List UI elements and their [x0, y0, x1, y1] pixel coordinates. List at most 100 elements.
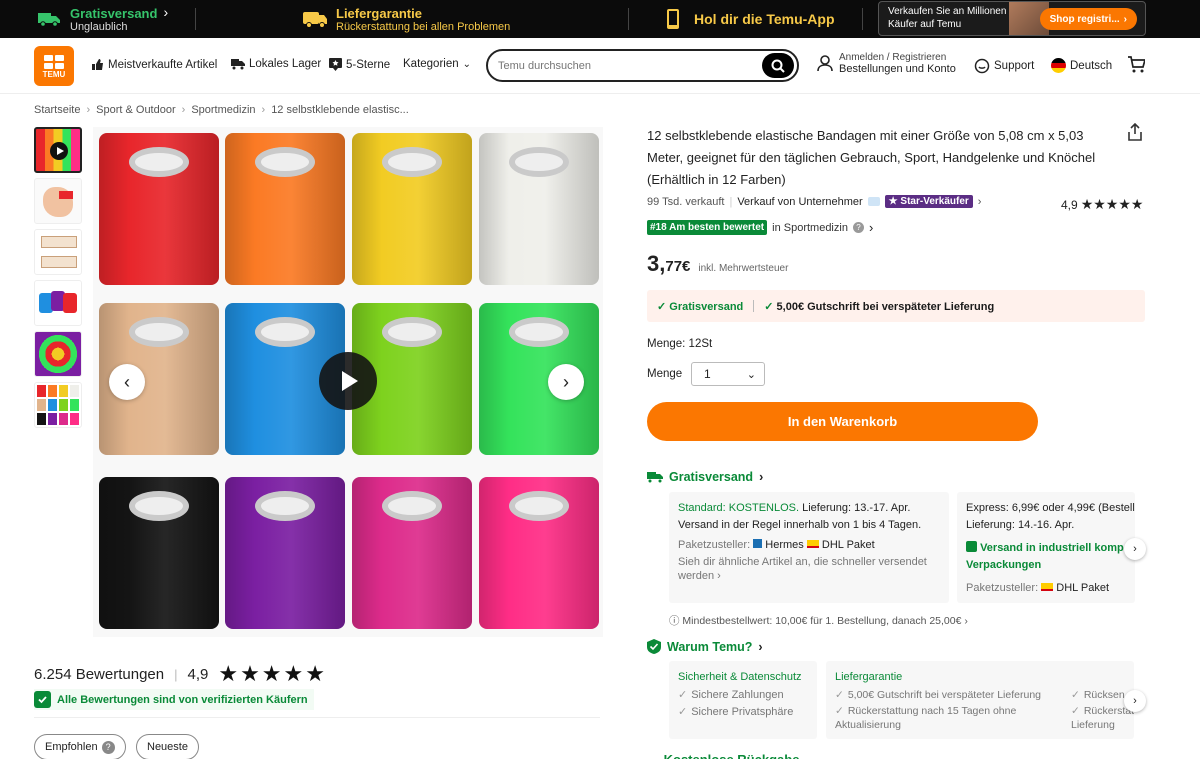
help-icon: ?: [852, 222, 864, 233]
help-icon: ?: [101, 740, 115, 754]
free-shipping-subtitle: Unglaublich: [70, 20, 128, 33]
carrier-dhl: DHL Paket: [821, 539, 875, 551]
verified-text: Alle Bewertungen sind von verifizierten …: [57, 693, 308, 706]
product-image[interactable]: ‹ ›: [93, 127, 603, 637]
free-shipping-banner[interactable]: Gratisversand Unglaublich ›: [36, 0, 168, 38]
account-menu[interactable]: Anmelden / Registrieren Bestellungen und…: [817, 52, 956, 75]
filter-recommended[interactable]: Empfohlen ?: [34, 734, 126, 759]
next-image-button[interactable]: ›: [548, 364, 584, 400]
star-seller-label: Star-Verkäufer: [900, 196, 969, 207]
reviews-rating: 4,9: [187, 665, 209, 683]
ship-tag-free: Gratisversand: [669, 300, 744, 313]
reviews-count[interactable]: 6.254 Bewertungen: [34, 666, 164, 683]
delivery-truck-icon: [302, 9, 328, 29]
tape-roll: [479, 477, 599, 629]
thumbnail-dimensions[interactable]: [34, 229, 82, 275]
express-delivery: Lieferung: 14.-16. Apr.: [966, 519, 1075, 531]
business-icon: [867, 197, 880, 206]
cart-link[interactable]: [1127, 56, 1145, 73]
price: 3,77€ inkl. Mehrwertsteuer: [647, 251, 788, 277]
nav-local-warehouse[interactable]: Lokales Lager: [231, 58, 321, 70]
why-temu-heading[interactable]: Warum Temu? ›: [647, 639, 763, 654]
product-meta: 99 Tsd. verkauft | Verkauf von Unternehm…: [647, 195, 982, 208]
return-item-2: Rückerstat Lieferung: [1071, 705, 1134, 731]
support-chat-icon: [974, 58, 990, 74]
chevron-right-icon: ›: [977, 195, 982, 208]
top-banner: Gratisversand Unglaublich › Liefergarant…: [0, 0, 1200, 38]
filter-recommended-label: Empfohlen: [45, 741, 98, 753]
roll-core: [129, 147, 189, 177]
standard-delivery-time: Versand in der Regel innerhalb von 1 bis…: [678, 519, 922, 531]
similar-items-text: Sieh dir ähnliche Artikel an, die schnel…: [678, 556, 927, 582]
seller-promo[interactable]: Verkaufen Sie an Millionen Käufer auf Te…: [878, 1, 1146, 36]
breadcrumb-sport[interactable]: Sport & Outdoor: [96, 104, 176, 116]
add-to-cart-button[interactable]: In den Warenkorb: [647, 402, 1038, 441]
search-button[interactable]: [762, 53, 794, 78]
guarantee-title: Liefergarantie: [336, 5, 422, 21]
nav-bestsellers-label: Meistverkaufte Artikel: [108, 58, 218, 71]
language-selector[interactable]: Deutsch: [1051, 58, 1112, 73]
german-flag-icon: [1051, 58, 1066, 73]
min-order-note[interactable]: ⓘ Mindestbestellwert: 10,00€ für 1. Best…: [669, 613, 968, 628]
support-link[interactable]: Support: [974, 58, 1034, 74]
menge-info: Menge: 12St: [647, 338, 713, 350]
nav-categories[interactable]: Kategorien ⌄: [403, 58, 471, 70]
thumbs-up-icon: [92, 59, 103, 70]
breadcrumb-home[interactable]: Startseite: [34, 104, 80, 116]
best-rated-badge[interactable]: #18 Am besten bewertet in Sportmedizin ?…: [647, 220, 873, 235]
thumbnail-rolls-stack[interactable]: [34, 280, 82, 326]
nav-five-stars[interactable]: 5-Sterne: [329, 58, 390, 71]
reviews-summary: 6.254 Bewertungen | 4,9 ★★★★★: [34, 661, 327, 686]
tape-roll: [352, 477, 472, 629]
standard-title: Standard: KOSTENLOS.: [678, 502, 800, 514]
check-icon: ✓: [657, 300, 667, 313]
why-next-button[interactable]: ›: [1124, 690, 1146, 712]
product-rating[interactable]: 4,9 ★★★★★: [1061, 196, 1143, 213]
verified-notice: Alle Bewertungen sind von verifizierten …: [34, 689, 314, 710]
standard-delivery: Lieferung: 13.-17. Apr.: [802, 502, 911, 514]
roll-core: [255, 491, 315, 521]
roll-core: [382, 147, 442, 177]
truck-icon: [647, 472, 663, 483]
shield-icon: [647, 639, 661, 654]
seller-name[interactable]: Verkauf von Unternehmer: [737, 196, 862, 208]
express-shipping-card: Express: 6,99€ oder 4,99€ (Bestell Liefe…: [957, 492, 1135, 603]
account-line2: Bestellungen und Konto: [839, 63, 956, 75]
temu-logo[interactable]: TEMU: [34, 46, 74, 86]
truck-icon: [36, 9, 62, 29]
five-star-icon: ★★★★★: [218, 661, 327, 686]
shipping-next-button[interactable]: ›: [1124, 538, 1146, 560]
language-label: Deutsch: [1070, 59, 1113, 72]
eco-text-2: Verpackungen: [966, 559, 1042, 571]
shipping-heading[interactable]: Gratisversand ›: [647, 470, 763, 484]
guarantee-banner[interactable]: Liefergarantie Rückerstattung bei allen …: [302, 0, 510, 38]
share-icon[interactable]: [1127, 122, 1145, 141]
thumbnail-colors[interactable]: [34, 382, 82, 428]
chevron-right-icon: ›: [163, 4, 169, 20]
play-video-button[interactable]: [319, 352, 377, 410]
nav-bestsellers[interactable]: Meistverkaufte Artikel: [91, 58, 217, 71]
similar-items-link[interactable]: Sieh dir ähnliche Artikel an, die schnel…: [678, 555, 943, 583]
breadcrumb-sportmedizin[interactable]: Sportmedizin: [191, 104, 255, 116]
carrier-label: Paketzusteller:: [966, 582, 1039, 594]
quantity-value: 1: [704, 367, 711, 381]
thumbnail-hand[interactable]: [34, 178, 82, 224]
thumbnail-usage[interactable]: [34, 331, 82, 377]
sold-count: 99 Tsd. verkauft: [647, 195, 725, 208]
thumbnail-video[interactable]: [34, 127, 82, 173]
roll-core: [509, 317, 569, 347]
support-label: Support: [994, 60, 1035, 72]
security-item-2: Sichere Privatsphäre: [691, 706, 794, 718]
previous-image-button[interactable]: ‹: [109, 364, 145, 400]
shop-register-button[interactable]: Shop registri... ›: [1039, 8, 1137, 30]
app-banner[interactable]: Hol dir die Temu-App: [660, 0, 835, 38]
main-header: TEMU Meistverkaufte Artikel Lokales Lage…: [0, 38, 1200, 94]
thumbnail-list: [34, 127, 82, 433]
search-input[interactable]: [498, 57, 748, 75]
free-shipping-title: Gratisversand: [70, 5, 158, 21]
star-seller-badge[interactable]: ★ Star-Verkäufer: [884, 195, 973, 208]
quantity-select[interactable]: 1 ⌄: [691, 362, 765, 386]
filter-newest[interactable]: Neueste: [136, 734, 199, 759]
guarantee-item-1: 5,00€ Gutschrift bei verspäteter Lieferu…: [847, 689, 1042, 701]
search-icon: [771, 59, 785, 73]
